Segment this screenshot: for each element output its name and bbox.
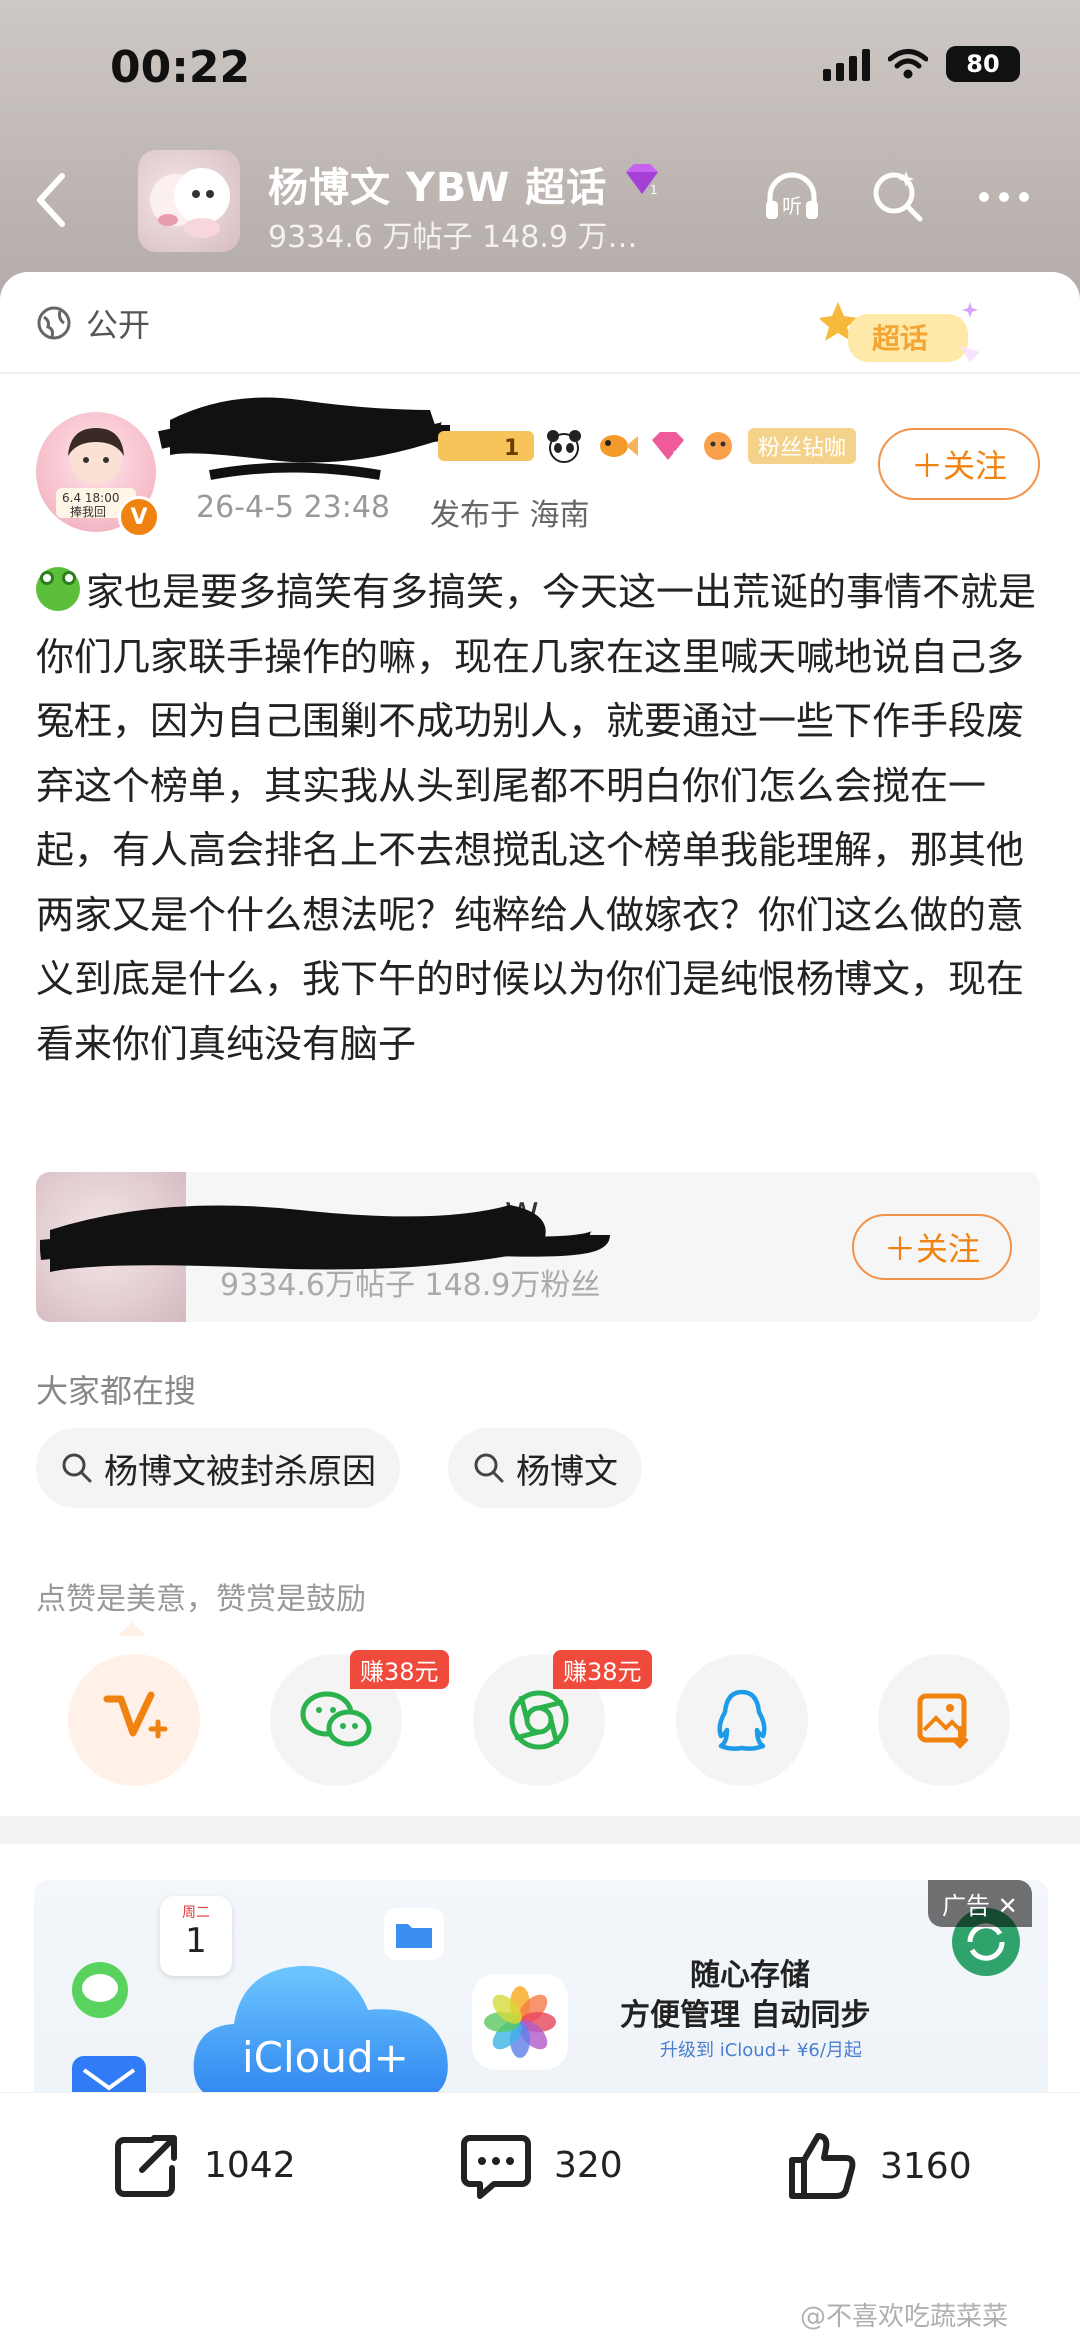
ad-close-tag[interactable]: 广告 ✕ <box>928 1880 1032 1927</box>
search-icon[interactable] <box>866 165 930 229</box>
supertopic-badge-icon[interactable]: 超话 <box>820 296 990 376</box>
battery-indicator: 80 <box>946 46 1020 82</box>
fan-level-badge: 粉丝钻咖 <box>748 428 857 464</box>
search-chip[interactable]: 杨博文 <box>448 1428 642 1508</box>
divider <box>0 372 1080 374</box>
goldfish-icon <box>600 435 638 457</box>
trending-search-heading: 大家都在搜 <box>36 1372 197 1410</box>
reward-pointer <box>118 1622 146 1636</box>
avatar-subtext: 捧我回 <box>70 505 106 519</box>
verified-v-icon: V <box>118 496 160 538</box>
thumbs-up-icon <box>789 2133 856 2199</box>
status-icons: 80 <box>823 46 1020 82</box>
wifi-icon <box>888 49 928 79</box>
save-image-icon <box>917 1693 968 1749</box>
visibility-row: 公开 <box>36 300 150 346</box>
listen-label: 听 <box>782 194 802 218</box>
earn-reward-tag: 赚38元 <box>350 1650 449 1689</box>
svg-text:13: 13 <box>672 449 687 463</box>
redaction-scribble <box>158 397 450 480</box>
weibo-reward-icon <box>103 1691 168 1739</box>
comment-bubble-icon <box>461 2135 531 2199</box>
character-badge-icon <box>704 432 732 460</box>
section-separator <box>0 1816 1080 1844</box>
messages-app-icon <box>72 1962 128 2018</box>
diamond-level-icon: 1 <box>626 164 658 197</box>
search-chip-label: 杨博文 <box>516 1451 618 1492</box>
redaction-scribble-card <box>40 1205 610 1272</box>
panda-icon <box>547 430 581 463</box>
visibility-label: 公开 <box>86 306 151 344</box>
gem-badge-icon: 13 <box>652 432 687 463</box>
qq-penguin-icon <box>717 1689 767 1751</box>
svg-text:1: 1 <box>650 183 658 197</box>
ad-tagline: 方便管理 自动同步 <box>620 1998 871 2033</box>
wechat-icon <box>300 1691 372 1747</box>
comment-button[interactable]: 320 <box>460 2130 623 2200</box>
icloud-brand: iCloud+ <box>242 2033 409 2082</box>
back-arrow-icon[interactable] <box>32 170 72 230</box>
close-icon[interactable]: ✕ <box>998 1892 1018 1920</box>
share-weibo-reward[interactable] <box>68 1654 200 1786</box>
listen-headphone-icon[interactable]: 听 <box>760 165 824 229</box>
share-arrow-icon <box>115 2135 177 2197</box>
earn-reward-tag: 赚38元 <box>553 1650 652 1689</box>
repost-count: 1042 <box>204 2144 296 2186</box>
post-text: 家也是要多搞笑有多搞笑，今天这一出荒诞的事情不就是你们几家联手操作的嘛，现在几家… <box>36 570 1037 1066</box>
comment-count: 320 <box>554 2144 623 2186</box>
ad-headline: 随心存储 <box>690 1958 810 1993</box>
search-icon <box>62 1453 92 1483</box>
moments-aperture-icon <box>509 1690 569 1750</box>
topic-stats: 9334.6 万帖子 148.9 万… <box>268 220 638 255</box>
calendar-weekday: 周二 <box>182 1905 210 1921</box>
follow-supertopic-button[interactable]: ＋关注 <box>852 1214 1012 1280</box>
search-chip[interactable]: 杨博文被封杀原因 <box>36 1428 400 1508</box>
repost-button[interactable]: 1042 <box>112 2130 296 2200</box>
user-badges: 1 13 粉丝钻咖 <box>438 428 857 464</box>
avatar-text: 6.4 18:00 <box>62 491 119 505</box>
user-level-label: 1 <box>504 436 519 461</box>
post-timestamp: 26-4-5 23:48 <box>196 490 390 525</box>
watermark: @不喜欢吃蔬菜菜 <box>800 2302 1009 2332</box>
user-level-badge: 1 <box>438 431 534 461</box>
search-icon <box>474 1453 504 1483</box>
post-location: 发布于 海南 <box>430 498 590 533</box>
supertopic-badge-label: 超话 <box>872 322 928 355</box>
frog-emoji-icon <box>36 567 80 611</box>
post-body: 家也是要多搞笑有多搞笑，今天这一出荒诞的事情不就是你们几家联手操作的嘛，现在几家… <box>36 560 1046 1076</box>
follow-author-button[interactable]: ＋关注 <box>878 428 1040 500</box>
ad-price-note: 升级到 iCloud+ ¥6/月起 <box>660 2040 862 2061</box>
topic-title[interactable]: 杨博文 YBW 超话 <box>268 155 607 213</box>
globe-icon <box>37 306 71 340</box>
ad-label: 广告 <box>942 1892 990 1920</box>
topic-thumbnail[interactable] <box>138 150 240 252</box>
photos-app-icon <box>472 1974 568 2070</box>
more-options-icon[interactable] <box>972 165 1036 229</box>
share-qq[interactable] <box>676 1654 808 1786</box>
reward-hint: 点赞是美意，赞赏是鼓励 <box>36 1582 366 1617</box>
icloud-cloud-icon: iCloud+ <box>193 1965 448 2100</box>
status-time: 00:22 <box>110 42 251 93</box>
signal-icon <box>823 47 870 81</box>
share-save-image[interactable] <box>878 1654 1010 1786</box>
search-chip-label: 杨博文被封杀原因 <box>104 1451 376 1492</box>
like-button[interactable]: 3160 <box>786 2130 972 2202</box>
plush-toy-image <box>150 168 230 238</box>
like-count: 3160 <box>880 2145 972 2187</box>
